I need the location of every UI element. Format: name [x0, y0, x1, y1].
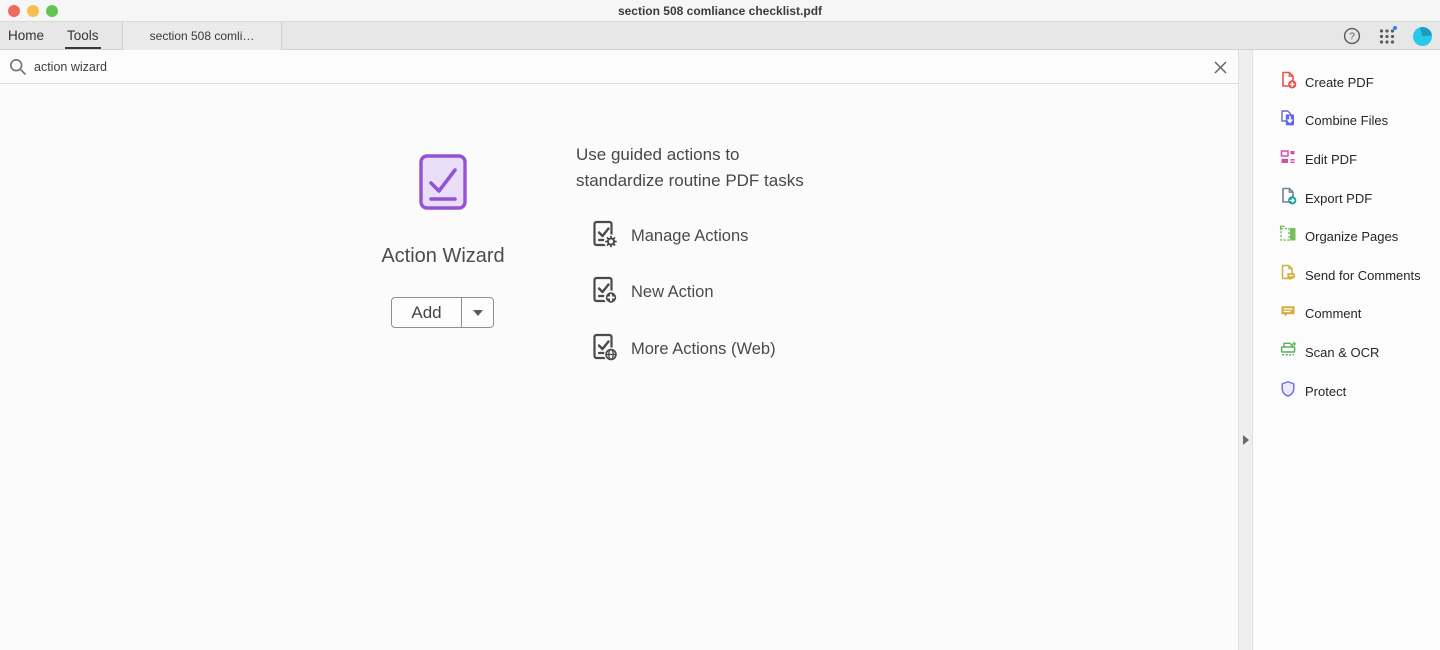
sidebar-item-organize-pages[interactable]: Organize Pages: [1255, 221, 1440, 251]
sidebar-item-edit-pdf[interactable]: Edit PDF: [1255, 144, 1440, 174]
add-dropdown-button[interactable]: [462, 298, 493, 327]
add-button-label[interactable]: Add: [392, 298, 462, 327]
window-title: section 508 comliance checklist.pdf: [0, 0, 1440, 22]
close-search-icon[interactable]: [1213, 60, 1228, 75]
sidebar-item-label: Combine Files: [1305, 113, 1388, 128]
tab-bar: Home Tools section 508 comli… ?: [0, 22, 1440, 50]
sidebar-item-create-pdf[interactable]: Create PDF: [1255, 67, 1440, 97]
sidebar-item-scan-ocr[interactable]: Scan & OCR: [1255, 337, 1440, 367]
more-actions-web-icon: [590, 333, 618, 366]
manage-actions-label: Manage Actions: [631, 227, 748, 246]
sidebar-item-label: Edit PDF: [1305, 152, 1357, 167]
sidebar-item-label: Export PDF: [1305, 191, 1372, 206]
help-icon[interactable]: ?: [1343, 27, 1361, 45]
manage-actions-icon: [590, 220, 618, 253]
tabbar-right-icons: ?: [1343, 22, 1432, 50]
export-pdf-icon: [1279, 187, 1297, 210]
panel-collapse-strip[interactable]: [1238, 50, 1253, 650]
sidebar-item-label: Create PDF: [1305, 75, 1374, 90]
account-avatar[interactable]: [1413, 27, 1432, 46]
new-action-icon: [590, 276, 618, 309]
tool-description: Use guided actions to standardize routin…: [576, 142, 804, 194]
add-tool-button[interactable]: Add: [391, 297, 494, 328]
sidebar-item-label: Comment: [1305, 306, 1361, 321]
edit-pdf-icon: [1279, 148, 1297, 171]
sidebar-item-label: Protect: [1305, 384, 1346, 399]
sidebar-item-label: Organize Pages: [1305, 229, 1398, 244]
manage-actions-item[interactable]: Manage Actions: [590, 221, 748, 251]
tools-search-results: Action Wizard Add Use guided actions to …: [0, 84, 1238, 650]
tab-home[interactable]: Home: [8, 22, 44, 50]
chevron-down-icon: [473, 310, 483, 316]
protect-icon: [1279, 380, 1297, 403]
tools-sidebar: Create PDF Combine Files: [1255, 50, 1440, 650]
search-input[interactable]: action wizard: [34, 50, 107, 84]
sidebar-item-label: Send for Comments: [1305, 268, 1421, 283]
action-wizard-icon: [419, 154, 467, 210]
search-icon: [9, 58, 27, 81]
send-for-comments-icon: [1279, 264, 1297, 287]
organize-pages-icon: [1279, 225, 1297, 248]
sidebar-item-protect[interactable]: Protect: [1255, 376, 1440, 406]
tab-tools-label: Tools: [67, 28, 99, 43]
more-actions-web-label: More Actions (Web): [631, 340, 776, 359]
combine-files-icon: [1279, 109, 1297, 132]
create-pdf-icon: [1279, 71, 1297, 94]
more-actions-web-item[interactable]: More Actions (Web): [590, 334, 776, 364]
new-action-item[interactable]: New Action: [590, 277, 714, 307]
titlebar: section 508 comliance checklist.pdf: [0, 0, 1440, 22]
comment-icon: [1279, 302, 1297, 325]
tab-tools[interactable]: Tools: [67, 22, 99, 50]
sidebar-item-export-pdf[interactable]: Export PDF: [1255, 183, 1440, 213]
active-tab-underline: [65, 47, 101, 49]
expand-panel-arrow-icon[interactable]: [1243, 435, 1249, 445]
sidebar-item-combine-files[interactable]: Combine Files: [1255, 105, 1440, 135]
tool-title: Action Wizard: [343, 245, 543, 268]
scan-ocr-icon: [1279, 341, 1297, 364]
tools-search-bar[interactable]: action wizard: [0, 50, 1238, 84]
sidebar-item-label: Scan & OCR: [1305, 345, 1379, 360]
svg-text:?: ?: [1349, 31, 1355, 43]
tab-document[interactable]: section 508 comli…: [122, 22, 282, 50]
sidebar-item-comment[interactable]: Comment: [1255, 298, 1440, 328]
new-action-label: New Action: [631, 283, 714, 302]
sidebar-item-send-for-comments[interactable]: Send for Comments: [1255, 260, 1440, 290]
acrobat-window: section 508 comliance checklist.pdf Home…: [0, 0, 1440, 650]
apps-grid-icon[interactable]: [1378, 27, 1396, 45]
